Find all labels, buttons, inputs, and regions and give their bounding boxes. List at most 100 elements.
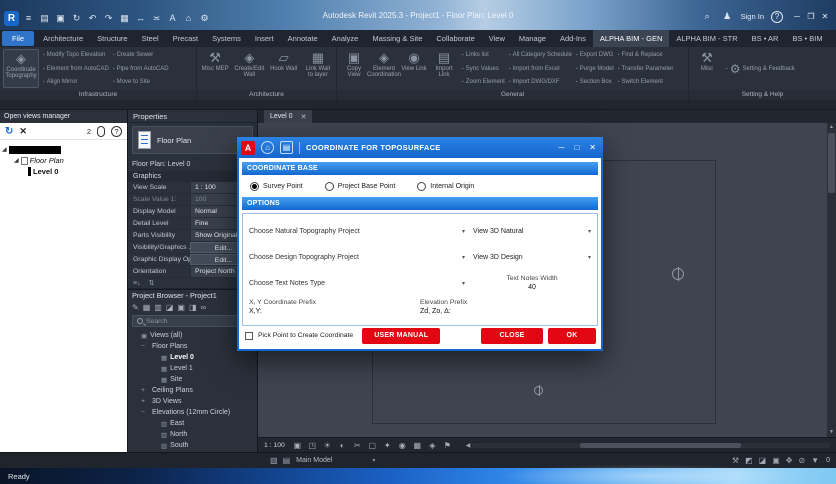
expand-icon[interactable]: − [140,343,146,350]
ribbon-small-button[interactable]: Sync Values [462,66,505,72]
ribbon-small-button[interactable]: Purge Model [576,66,614,72]
home-icon[interactable]: ⌂ [261,141,274,154]
ribbon-small-button[interactable]: Find & Replace [618,52,674,58]
ribbon-tab[interactable]: ALPHA BIM - GEN [592,30,670,47]
ribbon-tab[interactable]: View [482,30,512,47]
ribbon-tab[interactable]: Steel [135,30,166,47]
tree-item[interactable]: ▥ South [128,440,257,451]
pb-chain-icon[interactable]: ∞ [201,303,207,312]
elevation-marker[interactable] [534,385,543,396]
ribbon-tab[interactable]: Annotate [281,30,325,47]
view-tab-level0[interactable]: Level 0 ✕ [264,110,313,123]
ribbon-small-button[interactable]: Zoom Element [462,79,505,85]
crop-view-icon[interactable]: ✂ [352,441,363,450]
document-icon[interactable]: ▤ [280,141,293,154]
tree-item[interactable]: ▦ Level 0 [128,352,257,363]
pb-edit-icon[interactable]: ✎ [132,303,139,312]
ribbon-small-button[interactable]: Export DWG [576,52,614,58]
pb-sheet-icon[interactable]: ▥ [154,303,162,312]
mouse-icon[interactable] [97,125,105,137]
vertical-scrollbar[interactable]: ▲ ▼ [827,123,836,437]
panel-label[interactable]: Setting & Help [689,90,836,100]
refresh-icon[interactable]: ↻ [5,126,13,137]
misc-mep-button[interactable]: ⚒ Misc MEP [200,49,230,88]
scrollbar-thumb[interactable] [828,133,835,193]
ribbon-small-button[interactable]: Transfer Parameter [618,66,674,72]
ribbon-tab[interactable]: Add-Ins [553,30,593,47]
element-coordination-button[interactable]: ◈ Element Coordination [367,49,401,88]
detail-level-icon[interactable]: ▣ [292,441,303,450]
tree-item[interactable]: + Ceiling Plans [128,385,257,396]
dialog-title-bar[interactable]: A ⌂ ▤ COORDINATE FOR TOPOSURFACE ─ □ ✕ [237,137,603,158]
pb-link-icon[interactable]: ◨ [189,303,197,312]
search-input[interactable] [146,317,248,325]
ribbon-small-button[interactable]: Import DWG/DXF [509,79,572,85]
panel-label[interactable]: Architecture [197,90,336,100]
help-icon[interactable]: ? [771,10,783,23]
ribbon-small-button[interactable]: Pipe from AutoCAD [113,66,169,72]
sun-path-icon[interactable]: ☀ [322,441,333,450]
ribbon-tab[interactable]: BS • BIM [785,30,829,47]
pick-point-checkbox[interactable] [245,331,253,340]
reveal-constraints-icon[interactable]: ⚑ [442,441,453,450]
ribbon-tab[interactable]: BS • General [830,30,836,47]
ribbon-small-button[interactable]: Move to Site [113,79,169,85]
copy-view-button[interactable]: ▣ Copy View [340,49,368,88]
filter-icon[interactable]: ▼ [811,456,819,465]
close-button[interactable]: ✕ [818,12,832,21]
ribbon-tab[interactable]: Collaborate [429,30,481,47]
tree-item[interactable]: ▦ Site [128,374,257,385]
scrollbar-thumb[interactable] [579,442,741,448]
restore-button[interactable]: ❐ [804,12,818,21]
temporary-hide-isolate-icon[interactable]: ✦ [382,441,393,450]
tree-item[interactable]: ▥ East [128,418,257,429]
design-options-icon[interactable]: ▤ [283,456,291,465]
type-selector[interactable]: Floor Plan [132,126,253,154]
ribbon-tab[interactable]: File [2,31,35,46]
analytical-model-icon[interactable]: ◈ [427,441,438,450]
panel-label[interactable]: General [337,90,688,100]
pb-family-icon[interactable]: ◪ [166,303,174,312]
xy-prefix-field[interactable]: X, Y Coordinate Prefix X,Y: [249,298,420,316]
ribbon-small-button[interactable]: Section Box [576,79,614,85]
close-tab-icon[interactable]: ✕ [301,113,307,121]
open-views-title[interactable]: Open views manager [0,110,127,123]
ok-button[interactable]: OK [548,327,596,344]
main-model-selector[interactable]: Main Model ▾ [296,457,375,464]
minimize-button[interactable]: ─ [790,12,804,21]
scroll-left-icon[interactable]: ◀ [466,442,471,449]
setting-feedback-button[interactable]: ⚙ Setting & Feedback [726,62,795,76]
expand-icon[interactable]: ◢ [14,157,19,164]
tree-row-project[interactable]: ◢ [2,144,125,155]
ribbon-tab[interactable]: Systems [205,30,248,47]
sign-in-button[interactable]: Sign In [741,12,764,21]
expand-icon[interactable]: + [140,398,146,405]
ribbon-small-button[interactable]: Import from Excel [509,66,572,72]
shadows-icon[interactable]: ◐ [337,441,348,450]
search-icon[interactable]: ⌕ [701,10,714,23]
coordinate-topography-button[interactable]: ◈ Coordinate Topography [3,49,39,88]
show-crop-region-icon[interactable]: ▢ [367,441,378,450]
scroll-up-icon[interactable]: ▲ [827,123,836,132]
elevation-marker[interactable] [672,267,684,281]
view-link-button[interactable]: ◉ View Link [400,49,428,88]
ribbon-tab[interactable]: Insert [248,30,281,47]
worksets-icon[interactable]: ▧ [270,456,278,465]
tree-row-floor-plan[interactable]: ◢ Floor Plan [2,155,125,166]
ribbon-small-button[interactable]: Create Sewer [113,52,169,58]
close-button[interactable]: CLOSE [481,327,543,344]
ribbon-tab[interactable]: Analyze [325,30,366,47]
elevation-prefix-field[interactable]: Elevation Prefix Zd, Zo, Δ: [420,298,591,316]
close-view-icon[interactable]: ✕ [19,126,27,137]
natural-topo-select[interactable]: View 3D Natural ▾ [473,228,591,235]
ribbon-small-button[interactable]: Modify Topo Elevation [43,52,109,58]
misc-button[interactable]: ⚒ Misc [692,49,722,88]
dialog-close-button[interactable]: ✕ [589,143,596,152]
user-manual-button[interactable]: USER MANUAL [362,327,441,344]
tree-item[interactable]: ▥ North [128,429,257,440]
ribbon-small-button[interactable]: All Category Schedule [509,52,572,58]
sort-icon[interactable]: ≡↓ [133,280,141,287]
ribbon-tab[interactable]: Massing & Site [365,30,429,47]
radio-option[interactable]: Project Base Point [324,181,395,191]
ribbon-small-button[interactable]: Links list [462,52,505,58]
